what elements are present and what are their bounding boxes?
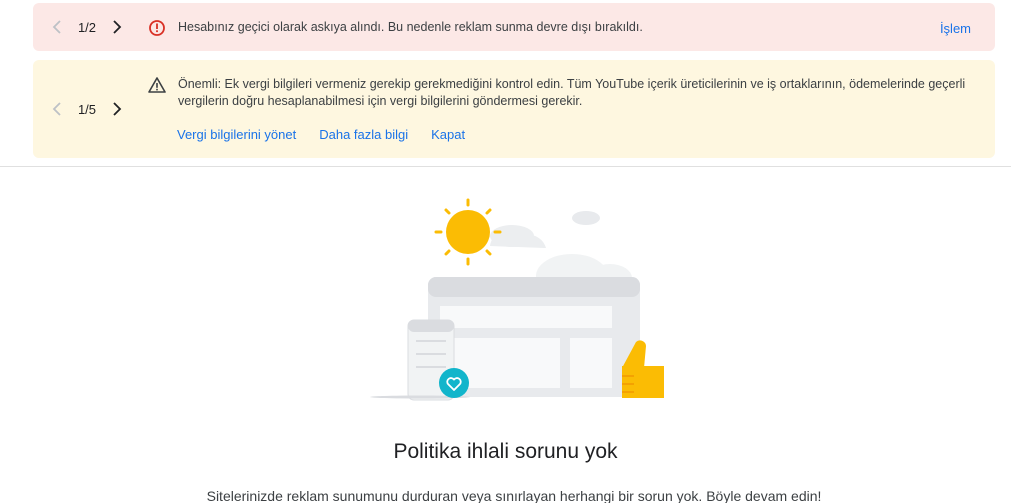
next-chevron-icon[interactable] xyxy=(105,15,129,39)
error-circle-icon xyxy=(148,19,166,37)
alert-pager: 1/2 xyxy=(45,15,129,39)
next-chevron-icon[interactable] xyxy=(105,97,129,121)
warning-triangle-icon xyxy=(148,76,166,94)
tax-info-actions: Vergi bilgilerini yönet Daha fazla bilgi… xyxy=(177,127,465,142)
policy-center-page: 1/2 Hesabınız geçici olarak askıya alınd… xyxy=(0,0,1011,503)
tax-pager: 1/5 xyxy=(45,97,129,121)
tax-info-message: Önemli: Ek vergi bilgileri vermeniz gere… xyxy=(178,77,966,108)
tax-info-banner: 1/5 Önemli: Ek vergi bilgileri vermeniz … xyxy=(33,60,995,158)
divider xyxy=(0,166,1011,167)
previous-chevron-icon[interactable] xyxy=(45,15,69,39)
page-subline: Sitelerinizde reklam sunumunu durduran v… xyxy=(206,488,822,503)
heart-icon xyxy=(439,368,469,398)
close-link[interactable]: Kapat xyxy=(431,127,465,142)
learn-more-link[interactable]: Daha fazla bilgi xyxy=(319,127,408,142)
page-headline: Politika ihlali sorunu yok xyxy=(393,440,618,463)
manage-tax-info-link[interactable]: Vergi bilgilerini yönet xyxy=(177,127,296,142)
action-link[interactable]: İşlem xyxy=(940,21,971,36)
suspension-message: Hesabınız geçici olarak askıya alındı. B… xyxy=(178,20,643,34)
sun-icon xyxy=(434,198,502,266)
alert-pager-count: 1/2 xyxy=(77,19,97,35)
no-issues-illustration xyxy=(370,198,664,401)
tax-pager-count: 1/5 xyxy=(77,101,97,117)
previous-chevron-icon[interactable] xyxy=(45,97,69,121)
suspension-alert-banner: 1/2 Hesabınız geçici olarak askıya alınd… xyxy=(33,3,995,51)
